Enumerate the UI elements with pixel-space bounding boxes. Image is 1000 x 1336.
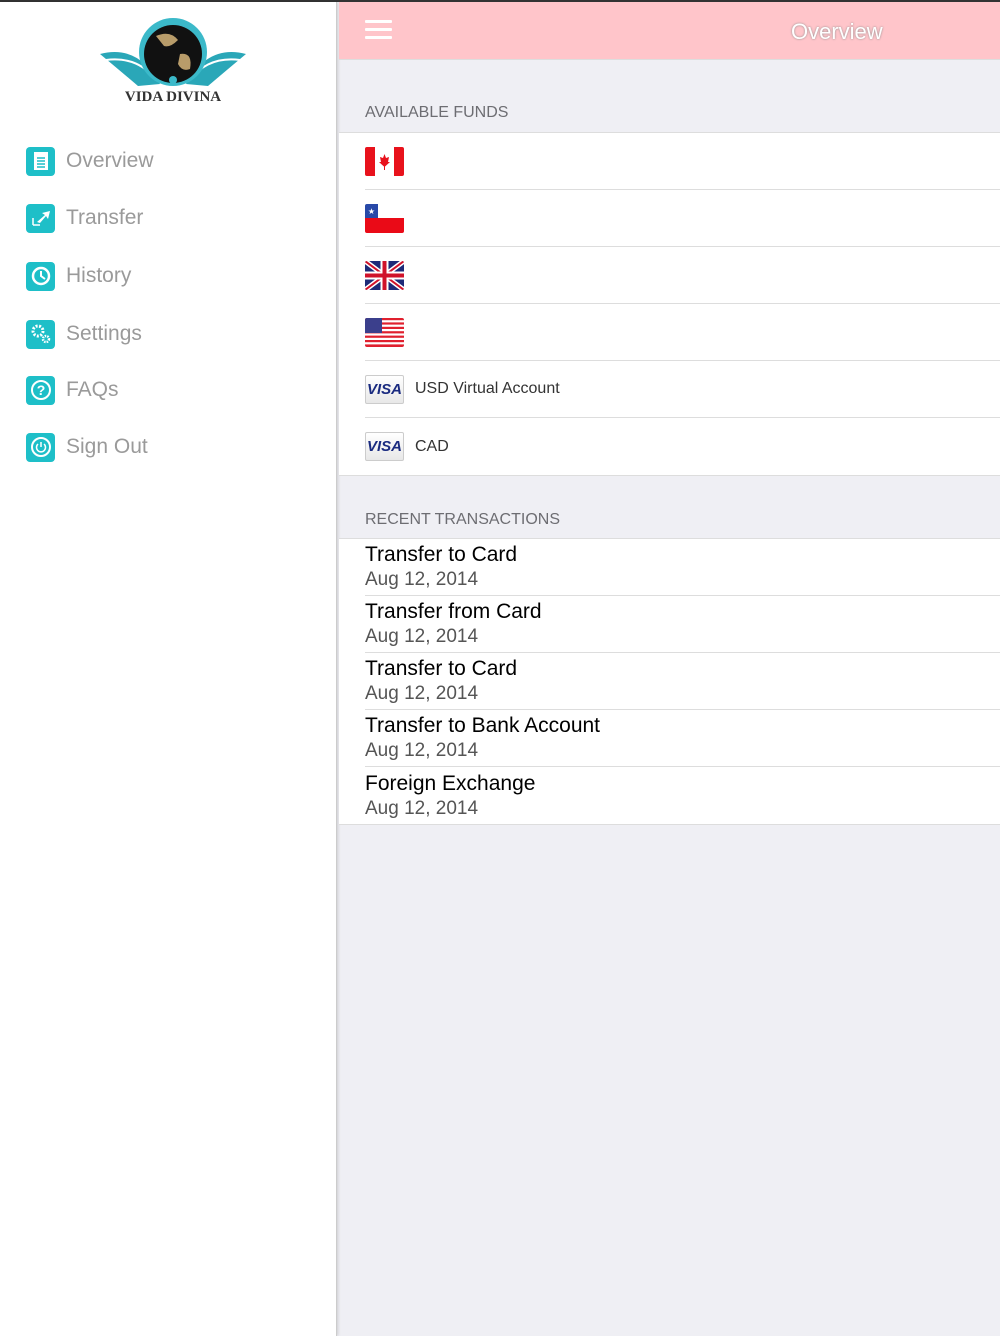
fund-row-canada[interactable] [365,133,1000,190]
chile-flag-icon: ★ [365,203,404,233]
sidebar-item-transfer[interactable]: Transfer [26,203,143,233]
section-header: AVAILABLE FUNDS [365,104,509,121]
sidebar-item-label: FAQs [66,378,119,401]
available-funds-list: ★ VISA USD Virtual Account VISA CAD [339,132,1000,476]
transaction-row[interactable]: Foreign Exchange Aug 12, 2014 [365,767,1000,824]
main-content: Overview AVAILABLE FUNDS ★ VISA USD Virt… [339,2,1000,1334]
transaction-date: Aug 12, 2014 [365,740,479,761]
svg-text:VIDA DIVINA: VIDA DIVINA [125,89,221,105]
transaction-date: Aug 12, 2014 [365,626,479,647]
fund-row-usd-virtual-account[interactable]: VISA USD Virtual Account [365,361,1000,418]
transaction-row[interactable]: Transfer to Card Aug 12, 2014 [365,539,1000,596]
sidebar-item-faqs[interactable]: ? FAQs [26,375,119,405]
transaction-date: Aug 12, 2014 [365,569,479,590]
sidebar-item-label: Transfer [66,206,144,229]
history-clock-icon [26,261,55,291]
nav-bar: Overview [339,2,1000,60]
visa-card-icon: VISA [365,432,404,461]
sidebar-item-settings[interactable]: Settings [26,319,142,349]
gears-icon [26,319,55,349]
fund-row-united-states[interactable] [365,304,1000,361]
account-label: CAD [415,437,449,455]
transaction-date: Aug 12, 2014 [365,797,479,819]
sidebar: VIDA DIVINA Overview Transfer History Se… [0,2,337,1336]
vida-divina-logo: VIDA DIVINA [100,18,246,105]
sidebar-item-label: Overview [66,149,154,172]
sidebar-item-history[interactable]: History [26,261,131,291]
transaction-row[interactable]: Transfer to Card Aug 12, 2014 [365,653,1000,710]
sidebar-item-sign-out[interactable]: Sign Out [26,432,148,462]
united-kingdom-flag-icon [365,260,404,290]
document-list-icon [26,146,55,176]
svg-text:★: ★ [368,207,375,216]
svg-text:?: ? [36,382,45,398]
recent-transactions-list: Transfer to Card Aug 12, 2014 Transfer fr… [339,538,1000,825]
canada-flag-icon [365,146,404,176]
transaction-row[interactable]: Transfer to Bank Account Aug 12, 2014 [365,710,1000,767]
question-icon: ? [26,375,55,405]
fund-row-cad[interactable]: VISA CAD [365,418,1000,475]
section-header: RECENT TRANSACTIONS [365,511,560,528]
hamburger-icon[interactable] [365,20,392,40]
united-states-flag-icon [365,317,404,347]
transaction-title: Transfer to Bank Account [365,714,601,737]
sidebar-item-overview[interactable]: Overview [26,146,154,176]
page-title: Overview [791,19,883,44]
transaction-title: Foreign Exchange [365,771,536,795]
power-icon [26,432,55,462]
visa-card-icon: VISA [365,374,404,404]
account-label: USD Virtual Account [415,380,560,397]
fund-row-chile[interactable]: ★ [365,190,1000,247]
transaction-title: Transfer to Card [365,543,518,566]
transaction-title: Transfer to Card [365,657,518,680]
transaction-row[interactable]: Transfer from Card Aug 12, 2014 [365,596,1000,653]
sidebar-item-label: History [66,264,132,287]
transaction-date: Aug 12, 2014 [365,683,479,704]
fund-row-united-kingdom[interactable] [365,247,1000,304]
transfer-arrows-icon [26,203,55,233]
sidebar-item-label: Settings [66,322,142,345]
transaction-title: Transfer from Card [365,600,542,623]
sidebar-item-label: Sign Out [66,435,148,458]
